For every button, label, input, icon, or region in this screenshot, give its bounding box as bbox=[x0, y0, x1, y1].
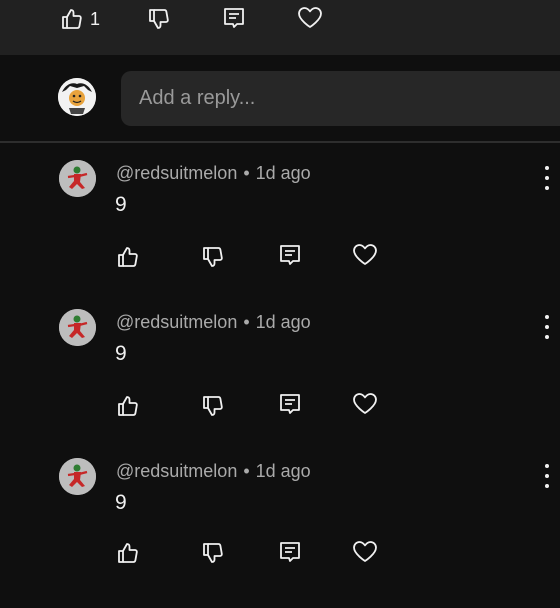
dislike-button[interactable] bbox=[147, 7, 171, 31]
comment-actions-panel: 1 bbox=[0, 0, 560, 55]
commenter-avatar[interactable] bbox=[59, 458, 96, 495]
divider bbox=[0, 141, 560, 143]
thumbs-down-icon bbox=[203, 543, 223, 563]
more-options-icon[interactable] bbox=[538, 166, 556, 190]
reply-button[interactable] bbox=[222, 6, 246, 30]
comment-time[interactable]: 1d ago bbox=[256, 461, 311, 481]
like-button[interactable] bbox=[116, 394, 140, 418]
commenter-avatar[interactable] bbox=[59, 160, 96, 197]
comment-author[interactable]: @redsuitmelon bbox=[116, 163, 237, 183]
comment-item: @redsuitmelon • 1d ago 9 bbox=[0, 458, 560, 608]
comment-header: @redsuitmelon • 1d ago bbox=[116, 163, 311, 184]
reply-icon bbox=[280, 245, 300, 265]
thumbs-up-icon bbox=[62, 9, 82, 29]
more-options-icon[interactable] bbox=[538, 464, 556, 488]
like-button[interactable]: 1 bbox=[60, 7, 100, 31]
reply-icon bbox=[280, 394, 300, 414]
heart-icon bbox=[353, 244, 377, 265]
reply-icon bbox=[224, 8, 244, 28]
comment-time[interactable]: 1d ago bbox=[256, 312, 311, 332]
comment-author[interactable]: @redsuitmelon bbox=[116, 312, 237, 332]
comment-text: 9 bbox=[115, 342, 127, 365]
meta-separator: • bbox=[243, 312, 250, 332]
thumbs-down-icon bbox=[149, 9, 169, 29]
meta-separator: • bbox=[243, 163, 250, 183]
reply-button[interactable] bbox=[278, 243, 302, 267]
thumbs-up-icon bbox=[118, 396, 138, 416]
comment-author[interactable]: @redsuitmelon bbox=[116, 461, 237, 481]
heart-icon bbox=[353, 541, 377, 562]
comment-time[interactable]: 1d ago bbox=[256, 163, 311, 183]
thumbs-up-icon bbox=[118, 247, 138, 267]
love-button[interactable] bbox=[352, 243, 378, 267]
comment-header: @redsuitmelon • 1d ago bbox=[116, 461, 311, 482]
comment-text: 9 bbox=[115, 491, 127, 514]
more-options-icon[interactable] bbox=[538, 315, 556, 339]
reply-button[interactable] bbox=[278, 540, 302, 564]
current-user-avatar bbox=[58, 78, 96, 116]
comment-text: 9 bbox=[115, 193, 127, 216]
comment-item: @redsuitmelon • 1d ago 9 bbox=[0, 160, 560, 310]
dislike-button[interactable] bbox=[201, 394, 225, 418]
love-button[interactable] bbox=[352, 540, 378, 564]
commenter-avatar[interactable] bbox=[59, 309, 96, 346]
comment-item: @redsuitmelon • 1d ago 9 bbox=[0, 309, 560, 459]
like-button[interactable] bbox=[116, 541, 140, 565]
dislike-button[interactable] bbox=[201, 245, 225, 269]
reply-icon bbox=[280, 542, 300, 562]
thumbs-up-icon bbox=[118, 543, 138, 563]
love-button[interactable] bbox=[297, 6, 323, 30]
reply-button[interactable] bbox=[278, 392, 302, 416]
like-count: 1 bbox=[90, 8, 101, 29]
meta-separator: • bbox=[243, 461, 250, 481]
reply-input[interactable]: Add a reply... bbox=[121, 71, 560, 126]
dislike-button[interactable] bbox=[201, 541, 225, 565]
love-button[interactable] bbox=[352, 392, 378, 416]
like-button[interactable] bbox=[116, 245, 140, 269]
thumbs-down-icon bbox=[203, 247, 223, 267]
thumbs-down-icon bbox=[203, 396, 223, 416]
heart-icon bbox=[353, 393, 377, 414]
comment-header: @redsuitmelon • 1d ago bbox=[116, 312, 311, 333]
heart-icon bbox=[298, 7, 322, 28]
